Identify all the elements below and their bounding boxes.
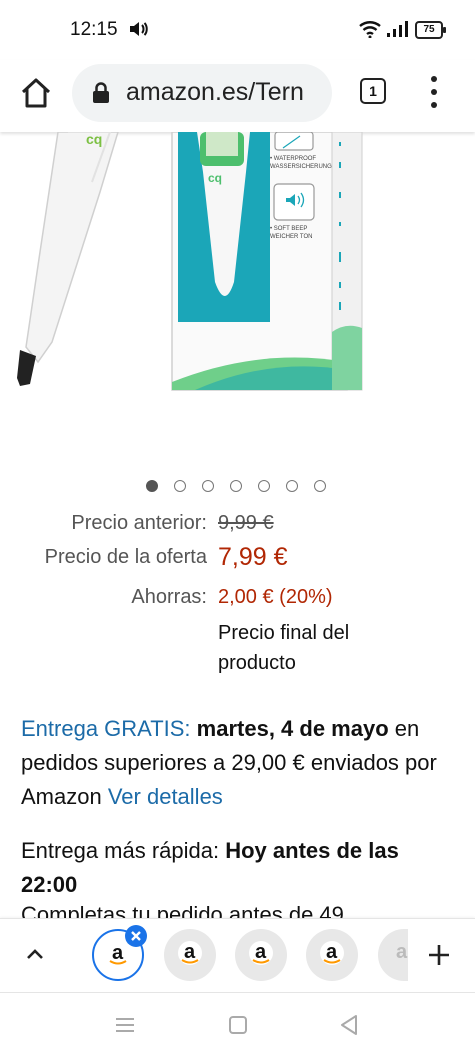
- tab-thumbnail[interactable]: a: [164, 929, 216, 981]
- amazon-logo-icon: a: [249, 941, 273, 965]
- signal-icon: [387, 21, 408, 37]
- carousel-dot[interactable]: [314, 480, 326, 492]
- sound-icon: [130, 22, 148, 36]
- carousel-dot[interactable]: [286, 480, 298, 492]
- savings-label: Ahorras:: [131, 586, 207, 608]
- carousel-dot[interactable]: [174, 480, 186, 492]
- home-icon[interactable]: [18, 75, 54, 111]
- close-icon[interactable]: [125, 925, 147, 947]
- browser-toolbar: amazon.es/Tern 1: [0, 60, 475, 132]
- final-price-note: Precio final del producto: [218, 622, 350, 674]
- back-icon[interactable]: [338, 1013, 360, 1037]
- feature-waterproof-label: • WATERPROOF: [270, 156, 316, 162]
- chevron-up-icon[interactable]: [24, 943, 46, 965]
- deal-price-value: 7,99 €: [218, 543, 288, 571]
- svg-text:cq: cq: [86, 132, 102, 147]
- tab-thumbnail[interactable]: a: [378, 929, 408, 981]
- delivery-date: martes, 4 de mayo: [196, 716, 389, 741]
- amazon-logo-icon: a: [396, 941, 408, 963]
- home-nav-icon[interactable]: [227, 1014, 249, 1036]
- product-image[interactable]: cq cq • WATERPROOF WASSERSICHERUNG • SOF…: [0, 132, 475, 462]
- feature-beep-label: • SOFT BEEP: [270, 226, 307, 232]
- feature-waterproof-de-label: WASSERSICHERUNG: [270, 164, 332, 170]
- url-text[interactable]: amazon.es/Tern: [126, 78, 304, 107]
- free-delivery-label[interactable]: Entrega GRATIS:: [21, 716, 191, 741]
- carousel-dot[interactable]: [146, 480, 158, 492]
- status-bar: 12:15 75: [0, 0, 475, 60]
- amazon-logo-icon: a: [320, 941, 344, 965]
- recents-icon[interactable]: [114, 1015, 136, 1035]
- carousel-dot[interactable]: [258, 480, 270, 492]
- lock-icon: [93, 82, 109, 103]
- carousel-dot[interactable]: [202, 480, 214, 492]
- deal-price-label: Precio de la oferta: [44, 546, 207, 568]
- wifi-icon: [359, 21, 381, 38]
- carousel-dot[interactable]: [230, 480, 242, 492]
- previous-price-value: 9,99 €: [218, 512, 274, 534]
- previous-price-label: Precio anterior:: [71, 512, 207, 534]
- see-details-link[interactable]: Ver detalles: [108, 784, 223, 809]
- savings-value: 2,00 € (20%): [218, 586, 333, 608]
- status-time: 12:15: [70, 19, 118, 40]
- fast-delivery-label: Entrega más rápida:: [21, 838, 220, 863]
- delivery-info: Entrega GRATIS: martes, 4 de mayo en ped…: [21, 712, 461, 814]
- tab-thumbnail[interactable]: a: [306, 929, 358, 981]
- tab-thumbnail[interactable]: a: [235, 929, 287, 981]
- fast-delivery-info: Entrega más rápida: Hoy antes de las 22:…: [21, 834, 461, 902]
- system-nav-bar: [0, 992, 475, 1057]
- svg-text:cq: cq: [208, 171, 222, 185]
- menu-dots-icon[interactable]: [424, 76, 444, 108]
- tab-switcher-icon[interactable]: 1: [360, 78, 386, 104]
- amazon-logo-icon: a: [178, 941, 202, 965]
- address-bar[interactable]: amazon.es/Tern: [72, 64, 332, 122]
- plus-icon[interactable]: [427, 943, 451, 967]
- feature-beep-de-label: WEICHER TON: [270, 234, 312, 240]
- tab-strip: a a a a a: [0, 918, 475, 993]
- battery-icon: 75: [415, 21, 446, 39]
